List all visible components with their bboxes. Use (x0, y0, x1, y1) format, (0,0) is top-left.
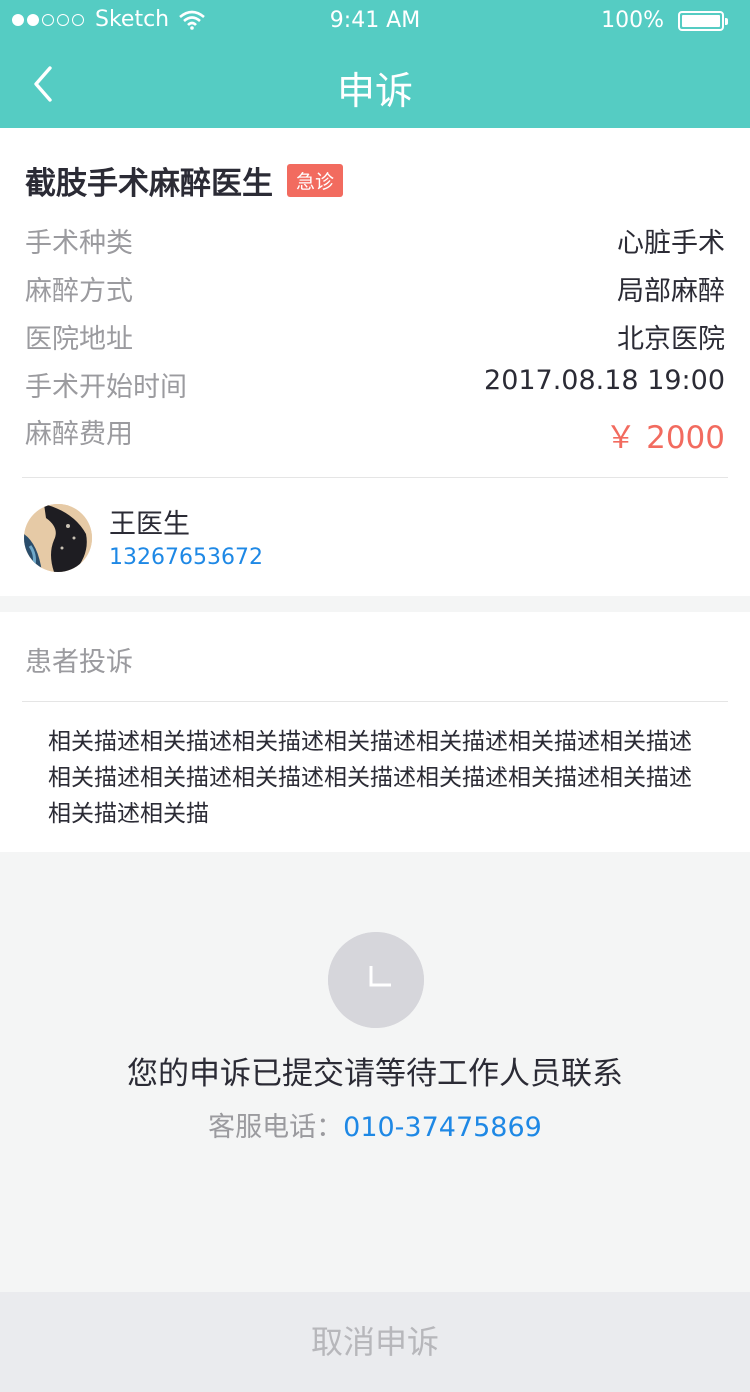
job-title: 截肢手术麻醉医生 急诊 (25, 158, 344, 203)
avatar (24, 504, 92, 572)
urgent-badge: 急诊 (287, 164, 344, 197)
submission-message: 您的申诉已提交请等待工作人员联系 (127, 1056, 623, 1092)
battery-percent: 100% (601, 8, 664, 33)
detail-value: 心脏手术 (617, 228, 725, 259)
complaint-heading: 患者投诉 (25, 647, 133, 678)
customer-service: 客服电话：010-37475869 (0, 1105, 750, 1144)
divider (22, 701, 728, 702)
job-card: 截肢手术麻醉医生 急诊 手术种类 心脏手术 麻醉方式 局部麻醉 医院地址 北京医… (0, 128, 750, 596)
fee-value: ￥ 2000 (605, 420, 725, 456)
battery-status: 100% (601, 8, 728, 33)
doctor-name: 王医生 (109, 509, 190, 540)
page-title: 申诉 (336, 69, 413, 113)
detail-row-surgery-type: 手术种类 心脏手术 (25, 221, 725, 261)
clock-icon (328, 932, 424, 1028)
navigation-bar: Sketch 9:41 AM 100% 申诉 (0, 0, 750, 128)
detail-label: 麻醉方式 (25, 276, 133, 307)
detail-label: 麻醉费用 (25, 419, 133, 450)
detail-row-anesthesia-method: 麻醉方式 局部麻醉 (25, 269, 725, 309)
detail-row-start-time: 手术开始时间 2017.08.18 19:00 (25, 365, 725, 405)
detail-value: 北京医院 (617, 324, 725, 355)
complaint-text: 相关描述相关描述相关描述相关描述相关描述相关描述相关描述相关描述相关描述相关描述… (48, 729, 692, 827)
detail-row-hospital-address: 医院地址 北京医院 (25, 317, 725, 357)
detail-label: 手术种类 (25, 228, 133, 259)
detail-row-anesthesia-fee: 麻醉费用 ￥ 2000 (25, 412, 725, 456)
battery-icon (678, 10, 728, 31)
service-label: 客服电话： (208, 1112, 344, 1143)
divider (22, 477, 728, 478)
status-bar: Sketch 9:41 AM 100% (0, 0, 750, 40)
cancel-appeal-button[interactable]: 取消申诉 (0, 1292, 750, 1392)
detail-label: 医院地址 (25, 324, 133, 355)
doctor-phone-link[interactable]: 13267653672 (109, 545, 263, 570)
complaint-section: 患者投诉 相关描述相关描述相关描述相关描述相关描述相关描述相关描述相关描述相关描… (0, 612, 750, 852)
detail-value: 局部麻醉 (617, 276, 725, 307)
detail-label: 手术开始时间 (25, 372, 187, 403)
service-phone-link[interactable]: 010-37475869 (343, 1112, 542, 1143)
job-title-text: 截肢手术麻醉医生 (25, 166, 273, 202)
detail-value: 2017.08.18 19:00 (484, 365, 725, 396)
